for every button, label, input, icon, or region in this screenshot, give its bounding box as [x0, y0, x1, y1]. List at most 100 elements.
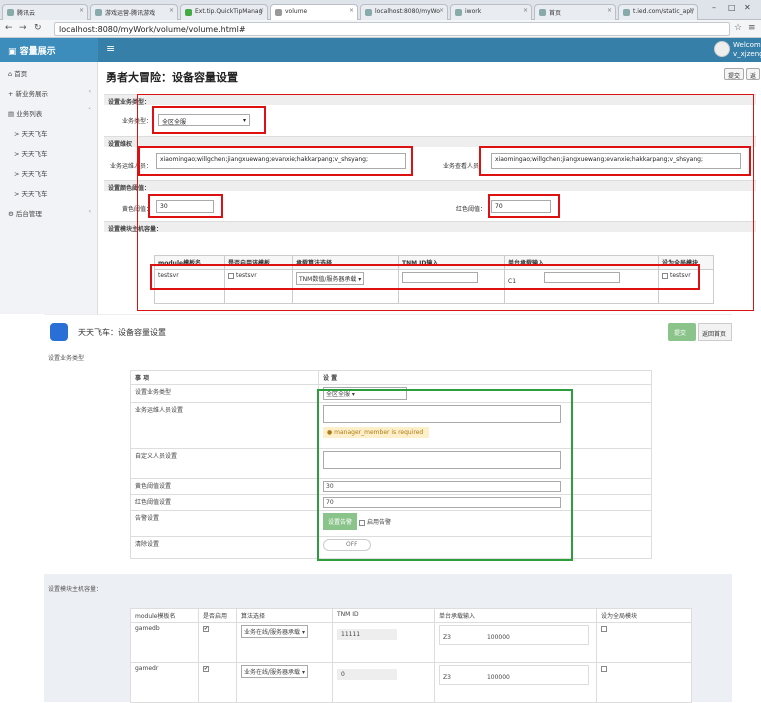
chevron-left-icon: ‹ [88, 88, 91, 95]
sidebar-item-label: 新业务展示 [15, 90, 49, 98]
tab-label: Ext.tip.QuickTipManag [195, 8, 263, 15]
page-title: 天天飞车：设备容量设置 [78, 328, 166, 337]
tab-label: 首页 [549, 10, 562, 17]
favicon-icon [455, 9, 462, 16]
second-app-header: 天天飞车：设备容量设置 提交 返回首页 设置业务类型 [44, 314, 732, 370]
algorithm-select[interactable]: 业务在线/服务器承载 ▾ [241, 625, 308, 638]
select-value: 业务在线/服务器承载 [244, 629, 301, 636]
hamburger-menu-icon[interactable]: ≡ [106, 42, 115, 55]
capacity-label: Z3 [443, 634, 451, 641]
row-label: 设置业务类型 [130, 384, 319, 403]
sidebar-item-business-list[interactable]: ▤ 业务列表 ˇ [0, 102, 97, 122]
avatar[interactable] [714, 41, 730, 57]
sidebar-subitem[interactable]: > 天天飞车 [0, 182, 97, 202]
capacity-box: Z3 100000 [439, 625, 589, 645]
close-icon[interactable]: × [79, 7, 84, 14]
row-label: 清除设置 [130, 536, 319, 559]
close-icon[interactable]: × [349, 7, 354, 14]
star-icon[interactable]: ☆ [734, 23, 742, 33]
back-arrow-icon[interactable]: ← [5, 23, 13, 33]
sidebar-subitem[interactable]: > 天天飞车 [0, 122, 97, 142]
table-row: gamedb 业务在线/服务器承载 ▾ 11111 Z3 100000 [130, 622, 692, 663]
close-icon[interactable]: × [169, 7, 174, 14]
algorithm-select[interactable]: 业务在线/服务器承载 ▾ [241, 665, 308, 678]
annotation-box [152, 106, 266, 134]
select-value: 业务在线/服务器承载 [244, 669, 301, 676]
tab-label: 游戏运营-腾讯游戏 [105, 10, 156, 17]
close-icon[interactable]: × [523, 7, 528, 14]
url-input[interactable]: localhost:8080/myWork/volume/volume.html… [54, 22, 730, 36]
favicon-icon [365, 9, 372, 16]
enable-checkbox[interactable] [203, 625, 209, 632]
favicon-icon [275, 9, 282, 16]
back-home-button[interactable]: 返回首页 [698, 323, 732, 341]
enable-checkbox[interactable] [203, 665, 209, 672]
row-label: 告警设置 [130, 510, 319, 537]
annotation-box-green [317, 389, 573, 561]
sidebar-item-home[interactable]: ⌂ 首页 [0, 62, 97, 82]
top-navbar: ≡ Welcom v_xjzeng [98, 38, 761, 62]
favicon-icon [7, 9, 14, 16]
row-label: 黄色阈值设置 [130, 478, 319, 495]
back-button[interactable]: 返回 [746, 68, 760, 80]
annotation-box [488, 194, 560, 218]
dashboard-icon: ▣ [8, 47, 20, 57]
favicon-icon [185, 9, 192, 16]
forward-arrow-icon[interactable]: → [19, 23, 27, 33]
close-icon[interactable]: × [259, 7, 264, 14]
column-header: 算法选择 [236, 608, 333, 623]
close-icon[interactable]: × [439, 7, 444, 14]
sidebar-item-label: 业务列表 [16, 110, 43, 118]
favicon-icon [539, 9, 546, 16]
sidebar-item-admin[interactable]: ⚙ 后台管理 ‹ [0, 202, 97, 222]
browser-tab-bar: 腾讯云 × 游戏运营-腾讯游戏 × Ext.tip.QuickTipManag × v… [0, 0, 761, 20]
address-bar: ← → ↻ localhost:8080/myWork/volume/volum… [0, 20, 761, 38]
close-icon[interactable]: × [607, 7, 612, 14]
browser-tab[interactable]: 首页 × [534, 4, 616, 20]
close-icon[interactable]: × [689, 7, 694, 14]
submit-button[interactable]: 提交 [724, 68, 745, 80]
browser-tab[interactable]: t.ied.com/static_api/× [618, 4, 698, 20]
tab-label: localhost:8080/myWo [375, 8, 440, 15]
sidebar-item-label: 天天飞车 [21, 150, 48, 158]
user-name[interactable]: v_xjzeng [733, 50, 761, 58]
column-header: 事 项 [130, 370, 319, 385]
menu-icon[interactable]: ≡ [748, 23, 756, 33]
capacity-value[interactable]: 100000 [487, 634, 510, 641]
favicon-icon [95, 9, 102, 16]
column-header: module模板名 [130, 608, 199, 623]
browser-tab[interactable]: 腾讯云 × [2, 4, 88, 20]
tnm-id-value[interactable]: 11111 [337, 629, 397, 640]
browser-tab[interactable]: iwork × [450, 4, 532, 20]
submit-button[interactable]: 提交 [668, 323, 696, 341]
annotation-box [138, 146, 413, 176]
column-header: 单台承载输入 [434, 608, 597, 623]
minimize-icon[interactable]: – [712, 3, 716, 12]
browser-tab-active[interactable]: volume × [270, 4, 358, 20]
browser-tab[interactable]: 游戏运营-腾讯游戏 × [90, 4, 178, 20]
global-checkbox[interactable] [601, 665, 607, 672]
section-label: 设置业务类型 [48, 355, 85, 362]
reload-icon[interactable]: ↻ [34, 23, 42, 33]
browser-tab[interactable]: Ext.tip.QuickTipManag × [180, 4, 268, 20]
sidebar-subitem[interactable]: > 天天飞车 [0, 162, 97, 182]
tnm-id-value[interactable]: 0 [337, 669, 397, 680]
capacity-value[interactable]: 100000 [487, 674, 510, 681]
tab-label: 腾讯云 [17, 10, 36, 17]
brand-title: 容量展示 [19, 47, 56, 57]
sidebar-item-new-business[interactable]: + 新业务展示 ‹ [0, 82, 97, 102]
column-header: TNM ID [332, 608, 435, 623]
sidebar-item-label: 首页 [14, 70, 28, 78]
browser-tab[interactable]: localhost:8080/myWo × [360, 4, 448, 20]
window-close-icon[interactable]: ✕ [744, 3, 751, 12]
sidebar: ⌂ 首页 + 新业务展示 ‹ ▤ 业务列表 ˇ > 天天飞车 > 天天飞车 > 天天… [0, 62, 98, 314]
sidebar-subitem[interactable]: > 天天飞车 [0, 142, 97, 162]
sidebar-item-label: 天天飞车 [21, 170, 48, 178]
maximize-icon[interactable]: □ [728, 3, 736, 12]
favicon-icon [623, 9, 630, 16]
brand-header[interactable]: ▣ 容量展示 [0, 38, 98, 62]
section-label: 设置模块主机容量： [48, 586, 103, 593]
global-checkbox[interactable] [601, 625, 607, 632]
row-label: 业务运维人员设置 [130, 402, 319, 449]
tab-label: volume [285, 8, 308, 15]
